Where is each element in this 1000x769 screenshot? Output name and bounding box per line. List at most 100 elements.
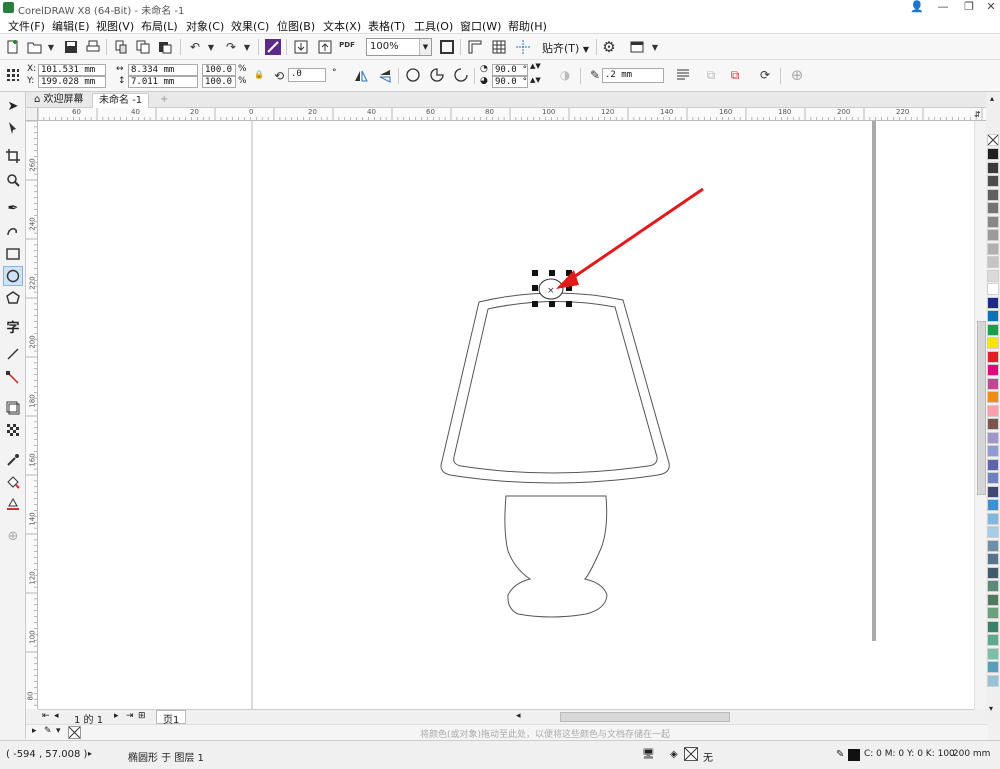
transparency-tool-icon[interactable]: [3, 420, 23, 440]
import-icon[interactable]: [292, 38, 310, 56]
full-screen-icon[interactable]: [438, 38, 456, 56]
color-swatch[interactable]: [987, 404, 999, 417]
color-swatch[interactable]: [987, 458, 999, 471]
color-swatch[interactable]: [987, 229, 999, 241]
color-proofing-icon[interactable]: 🖥: [642, 749, 655, 760]
menu-bitmaps[interactable]: 位图(B): [277, 18, 315, 34]
lamp-base[interactable]: [504, 495, 608, 618]
menu-edit[interactable]: 编辑(E): [52, 18, 90, 34]
palette-scroll-up-icon[interactable]: ▴: [990, 94, 994, 103]
outline-width-select[interactable]: .2 mm: [602, 68, 664, 83]
end-angle-spinner[interactable]: ▲▼: [530, 76, 541, 84]
menu-table[interactable]: 表格(T): [368, 18, 405, 34]
rectangle-tool-icon[interactable]: [3, 244, 23, 264]
color-swatch[interactable]: [987, 647, 999, 660]
artistic-media-icon[interactable]: [3, 220, 23, 240]
color-swatch[interactable]: [987, 296, 999, 309]
color-swatch[interactable]: [987, 350, 999, 363]
document-palette-menu-icon[interactable]: ▸: [32, 726, 37, 736]
change-direction-icon[interactable]: ◑: [556, 66, 574, 84]
add-tool-icon[interactable]: ⊕: [3, 526, 23, 546]
tab-document[interactable]: 未命名 -1: [92, 93, 150, 108]
color-swatch[interactable]: [987, 512, 999, 525]
menu-help[interactable]: 帮助(H): [508, 18, 547, 34]
color-swatch[interactable]: [987, 269, 999, 282]
start-angle-spinner[interactable]: ▲▼: [530, 62, 541, 70]
menu-file[interactable]: 文件(F): [8, 18, 45, 34]
color-swatch[interactable]: [987, 310, 999, 322]
add-page-icon[interactable]: ⊞: [138, 711, 146, 721]
first-page-icon[interactable]: ⇤: [42, 711, 50, 721]
color-swatch[interactable]: [987, 364, 999, 376]
account-icon[interactable]: 👤: [904, 0, 930, 16]
color-swatch[interactable]: [987, 175, 999, 187]
horizontal-ruler[interactable]: 60 40 20 0 20 40 60 80 100 120 140 160 1…: [38, 108, 988, 121]
color-swatch[interactable]: [987, 566, 999, 579]
color-swatch[interactable]: [987, 391, 999, 403]
print-icon[interactable]: [84, 38, 102, 56]
no-color-swatch[interactable]: [68, 726, 81, 739]
color-swatch[interactable]: [987, 607, 999, 619]
connector-tool-icon[interactable]: [3, 368, 23, 388]
handle-bottom-center[interactable]: [549, 301, 555, 307]
rotation-field[interactable]: .0: [288, 68, 326, 82]
fill-swatch-none[interactable]: [684, 747, 698, 761]
handle-middle-left[interactable]: [532, 285, 538, 291]
smart-fill-icon[interactable]: [3, 494, 23, 514]
scroll-left-icon[interactable]: ◂: [516, 711, 521, 721]
zoom-tool-icon[interactable]: [3, 170, 23, 190]
convert-to-curves-icon[interactable]: ⟳: [756, 66, 774, 84]
pick-tool-icon[interactable]: ➤: [3, 96, 23, 116]
last-page-icon[interactable]: ⇥: [126, 711, 134, 721]
to-back-icon[interactable]: ⧉: [702, 66, 720, 84]
drawing-canvas[interactable]: ×: [38, 121, 974, 709]
parallel-dimension-icon[interactable]: [3, 344, 23, 364]
undo-dropdown-icon[interactable]: ▼: [202, 38, 220, 56]
handle-bottom-left[interactable]: [532, 301, 538, 307]
palette-dropdown-icon[interactable]: ▾: [56, 726, 61, 736]
launch-dropdown-icon[interactable]: ▼: [646, 38, 664, 56]
launch-icon[interactable]: [628, 38, 646, 56]
color-swatch[interactable]: [987, 242, 999, 255]
grid-icon[interactable]: [490, 38, 508, 56]
menu-view[interactable]: 视图(V): [96, 18, 134, 34]
tab-add[interactable]: +: [154, 93, 174, 108]
freehand-tool-icon[interactable]: ✒: [3, 198, 23, 218]
scale-x-field[interactable]: 100.0: [202, 64, 236, 76]
export-icon[interactable]: [316, 38, 334, 56]
add-quick-customize-icon[interactable]: ⊕: [788, 66, 806, 84]
color-swatch[interactable]: [987, 499, 999, 511]
horizontal-scrollbar[interactable]: [560, 712, 730, 722]
text-wrap-icon[interactable]: [674, 66, 692, 84]
color-swatch[interactable]: [987, 593, 999, 606]
pdf-icon[interactable]: PDF: [338, 36, 356, 54]
color-swatch[interactable]: [987, 202, 999, 214]
menu-tools[interactable]: 工具(O): [414, 18, 453, 34]
color-swatch[interactable]: [987, 215, 999, 228]
menu-object[interactable]: 对象(C): [186, 18, 224, 34]
eyedropper-tool-icon[interactable]: [3, 450, 23, 470]
interactive-fill-icon[interactable]: [3, 472, 23, 492]
color-swatch[interactable]: [987, 256, 999, 268]
chevron-down-icon[interactable]: ▼: [419, 39, 431, 55]
guidelines-icon[interactable]: [514, 38, 532, 56]
text-tool-icon[interactable]: 字: [3, 316, 23, 336]
previous-page-icon[interactable]: ◂: [54, 711, 59, 721]
paste-icon[interactable]: [156, 38, 174, 56]
color-swatch[interactable]: [987, 323, 999, 336]
menu-text[interactable]: 文本(X): [323, 18, 361, 34]
color-swatch[interactable]: [987, 418, 999, 430]
redo-dropdown-icon[interactable]: ▼: [238, 38, 256, 56]
end-angle-field[interactable]: 90.0 °: [492, 76, 528, 88]
color-swatch[interactable]: [987, 580, 999, 592]
copy-icon[interactable]: [134, 38, 152, 56]
no-color-swatch[interactable]: [987, 134, 999, 146]
color-swatch[interactable]: [987, 283, 999, 295]
search-content-icon[interactable]: [264, 38, 282, 56]
handle-top-left[interactable]: [532, 270, 538, 276]
page-tab-1[interactable]: 页1: [156, 710, 187, 726]
drop-shadow-icon[interactable]: [3, 398, 23, 418]
handle-top-center[interactable]: [549, 270, 555, 276]
color-swatch[interactable]: [987, 553, 999, 565]
color-swatch[interactable]: [987, 485, 999, 498]
